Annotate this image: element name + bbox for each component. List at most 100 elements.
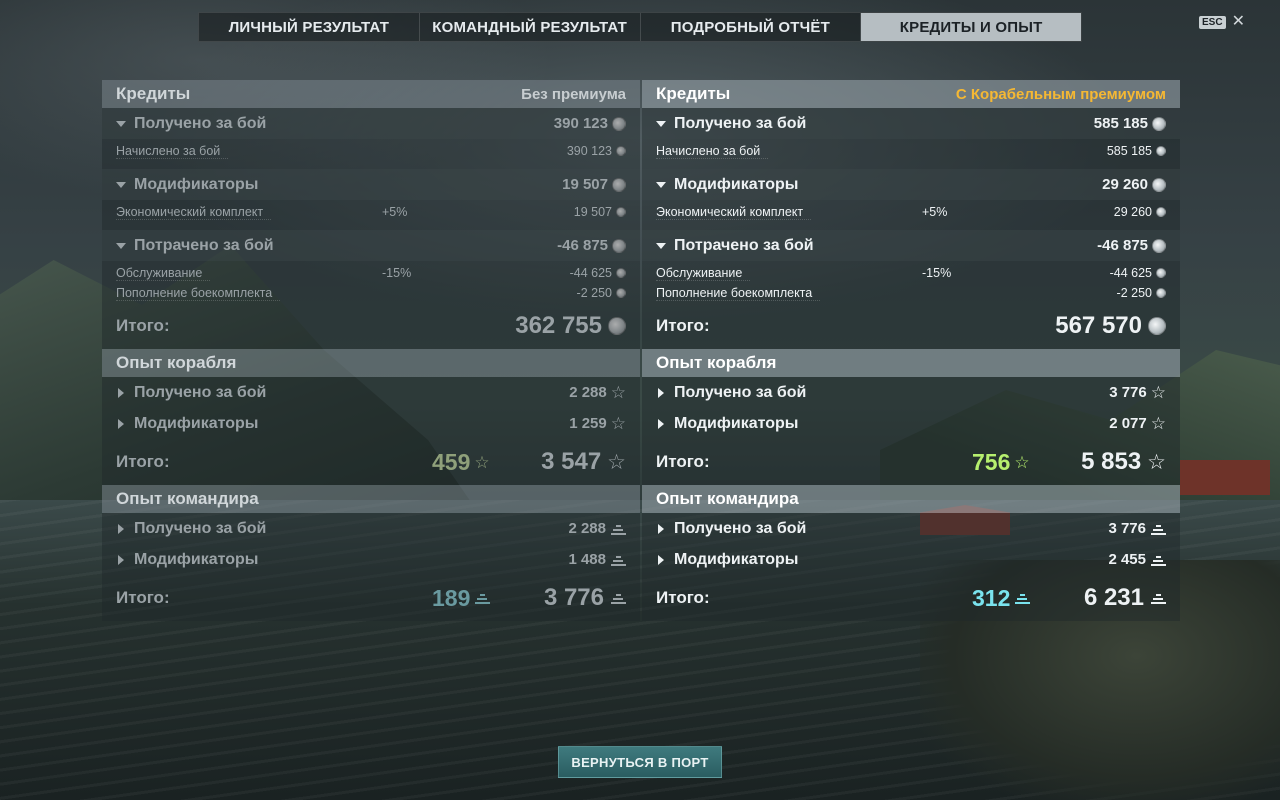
row-percent: -15% xyxy=(922,266,952,280)
tab-personal-result[interactable]: ЛИЧНЫЙ РЕЗУЛЬТАТ xyxy=(199,13,420,41)
commander-xp-body: Получено за бой 2 288 Модификаторы 1 488… xyxy=(102,513,640,621)
row-value: 29 260 xyxy=(1102,176,1166,193)
commander-xp-icon xyxy=(610,554,626,566)
commander-xp-earned-row[interactable]: Получено за бой 3 776 xyxy=(642,513,1180,544)
ship-xp-earned-row[interactable]: Получено за бой 3 776 ☆ xyxy=(642,377,1180,408)
account-type-label: Без премиума xyxy=(521,85,626,103)
credits-coin-icon xyxy=(1156,207,1166,217)
commander-xp-modifiers-row[interactable]: Модификаторы 2 455 xyxy=(642,544,1180,575)
expand-arrow-icon xyxy=(658,523,664,534)
row-label: Получено за бой xyxy=(674,383,807,401)
credits-modifiers-row[interactable]: Модификаторы 29 260 xyxy=(642,169,1180,200)
economic-signal-row: Экономический комплект +5% 29 260 xyxy=(642,202,1180,222)
commander-xp-icon xyxy=(610,523,626,535)
total-label: Итого: xyxy=(656,588,710,607)
row-value: 2 077 ☆ xyxy=(1109,414,1166,433)
tab-credits-and-xp[interactable]: КРЕДИТЫ И ОПЫТ xyxy=(861,13,1081,41)
panel-with-ship-premium: Кредиты С Корабельным премиумом Получено… xyxy=(642,80,1180,621)
commander-xp-title: Опыт командира xyxy=(656,489,799,508)
row-label: Экономический комплект xyxy=(116,205,272,220)
close-icon[interactable]: ✕ xyxy=(1232,14,1245,30)
row-value: -44 625 xyxy=(570,266,626,280)
total-label: Итого: xyxy=(656,316,710,335)
row-value: 2 455 xyxy=(1108,551,1166,568)
ship-xp-header: Опыт корабля xyxy=(102,349,640,377)
credits-body: Получено за бой 585 185 Начислено за бой… xyxy=(642,108,1180,349)
credits-body: Получено за бой 390 123 Начислено за бой… xyxy=(102,108,640,349)
tab-detailed-report[interactable]: ПОДРОБНЫЙ ОТЧЁТ xyxy=(641,13,862,41)
total-label: Итого: xyxy=(116,316,170,335)
commander-xp-title: Опыт командира xyxy=(116,489,259,508)
total-value: 567 570 xyxy=(1055,312,1166,340)
economic-signal-row: Экономический комплект +5% 19 507 xyxy=(102,202,640,222)
row-label: Модификаторы xyxy=(674,550,799,568)
credits-earned-row[interactable]: Получено за бой 585 185 xyxy=(642,108,1180,139)
row-value: 3 776 ☆ xyxy=(1109,383,1166,402)
collapse-arrow-icon xyxy=(656,120,666,127)
credits-total-row: Итого: 362 755 xyxy=(102,303,640,349)
row-value: -46 875 xyxy=(557,237,626,254)
commander-xp-icon xyxy=(1150,523,1166,535)
row-label: Модификаторы xyxy=(674,414,799,432)
row-label: Получено за бой xyxy=(134,383,267,401)
xp-star-icon: ☆ xyxy=(1147,450,1166,474)
row-value: 3 776 xyxy=(1108,520,1166,537)
row-label: Начислено за бой xyxy=(116,144,229,159)
row-label: Модификаторы xyxy=(134,414,259,432)
row-label: Получено за бой xyxy=(134,519,267,537)
ship-xp-earned-row[interactable]: Получено за бой 2 288 ☆ xyxy=(102,377,640,408)
row-label: Потрачено за бой xyxy=(674,236,814,254)
close-control[interactable]: ESC ✕ xyxy=(1199,14,1245,30)
row-label: Пополнение боекомплекта xyxy=(656,286,821,301)
credits-earned-row[interactable]: Получено за бой 390 123 xyxy=(102,108,640,139)
row-label: Модификаторы xyxy=(134,175,259,193)
credits-modifiers-row[interactable]: Модификаторы 19 507 xyxy=(102,169,640,200)
expand-arrow-icon xyxy=(118,554,124,565)
commander-xp-icon xyxy=(1150,592,1166,604)
row-label: Начислено за бой xyxy=(656,144,769,159)
xp-star-icon: ☆ xyxy=(610,414,626,433)
row-value: -2 250 xyxy=(1117,286,1166,300)
credits-coin-icon xyxy=(1156,268,1166,278)
credits-coin-icon xyxy=(1152,238,1166,253)
collapse-arrow-icon xyxy=(116,181,126,188)
row-label: Получено за бой xyxy=(134,114,267,132)
commander-xp-modifiers-row[interactable]: Модификаторы 1 488 xyxy=(102,544,640,575)
row-value: 585 185 xyxy=(1094,115,1166,132)
credits-coin-icon xyxy=(616,146,626,156)
tab-team-result[interactable]: КОМАНДНЫЙ РЕЗУЛЬТАТ xyxy=(420,13,641,41)
credits-coin-icon xyxy=(1152,116,1166,131)
commander-xp-earned-row[interactable]: Получено за бой 2 288 xyxy=(102,513,640,544)
account-type-label: С Корабельным премиумом xyxy=(955,85,1166,103)
row-value: -44 625 xyxy=(1110,266,1166,280)
credits-spent-row[interactable]: Потрачено за бой -46 875 xyxy=(642,230,1180,261)
ship-xp-modifiers-row[interactable]: Модификаторы 2 077 ☆ xyxy=(642,408,1180,439)
expand-arrow-icon xyxy=(118,418,124,429)
credits-coin-icon xyxy=(1152,177,1166,192)
total-label: Итого: xyxy=(656,452,710,471)
panel-without-premium: Кредиты Без премиума Получено за бой 390… xyxy=(102,80,640,621)
credits-spent-row[interactable]: Потрачено за бой -46 875 xyxy=(102,230,640,261)
commander-xp-icon xyxy=(1150,554,1166,566)
credits-header: Кредиты Без премиума xyxy=(102,80,640,108)
elite-commander-xp-icon xyxy=(474,592,490,604)
commander-xp-header: Опыт командира xyxy=(102,485,640,513)
return-to-port-button[interactable]: ВЕРНУТЬСЯ В ПОРТ xyxy=(558,746,722,778)
commander-xp-icon xyxy=(610,592,626,604)
row-value: 1 488 xyxy=(568,551,626,568)
ship-xp-modifiers-row[interactable]: Модификаторы 1 259 ☆ xyxy=(102,408,640,439)
row-percent: +5% xyxy=(382,205,408,219)
row-percent: -15% xyxy=(382,266,412,280)
row-value: 390 123 xyxy=(567,144,626,158)
collapse-arrow-icon xyxy=(656,242,666,249)
total-value: 362 755 xyxy=(515,312,626,340)
commander-xp-body: Получено за бой 3 776 Модификаторы 2 455… xyxy=(642,513,1180,621)
row-label: Получено за бой xyxy=(674,519,807,537)
row-label: Модификаторы xyxy=(134,550,259,568)
commander-xp-total-row: Итого: 312 6 231 xyxy=(642,575,1180,621)
row-label: Потрачено за бой xyxy=(134,236,274,254)
ship-xp-body: Получено за бой 2 288 ☆ Модификаторы 1 25… xyxy=(102,377,640,485)
expand-arrow-icon xyxy=(658,554,664,565)
commander-xp-total-row: Итого: 189 3 776 xyxy=(102,575,640,621)
credits-coin-icon xyxy=(616,288,626,298)
